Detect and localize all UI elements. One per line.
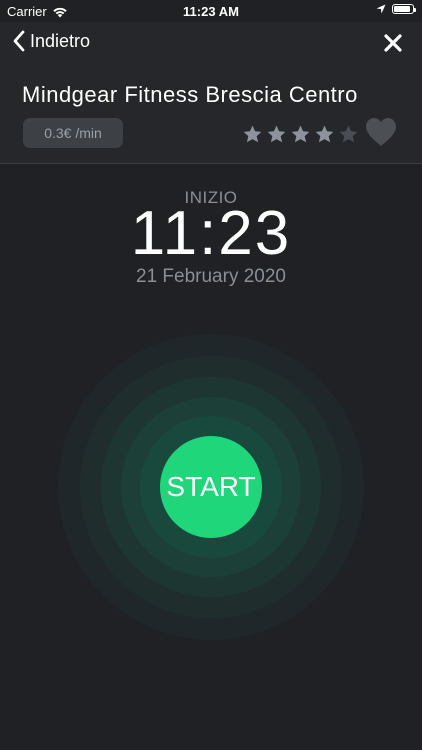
favorite-button[interactable] [364,116,398,148]
star-filled-icon [315,125,334,143]
star-empty-icon [339,125,358,143]
status-right [376,4,416,14]
gym-header: Mindgear Fitness Brescia Centro 0.3€ /mi… [0,66,422,164]
price-badge: 0.3€ /min [23,118,123,148]
status-time: 11:23 AM [183,4,239,19]
star-filled-icon [291,125,310,143]
heart-icon [366,118,396,146]
gym-name: Mindgear Fitness Brescia Centro [22,82,358,107]
battery-level [394,6,410,12]
start-time: 11:23 [130,199,292,268]
star-rating [242,124,359,145]
chevron-left-icon [13,30,25,52]
back-label: Indietro [30,30,91,51]
battery-icon [392,4,416,14]
location-arrow-icon [376,4,386,14]
star-filled-icon [243,125,262,143]
start-date: 21 February 2020 [136,266,286,287]
nav-bar: Indietro [0,22,422,66]
back-button[interactable]: Indietro [12,30,90,52]
close-button[interactable] [382,32,404,54]
star-filled-icon [267,125,286,143]
start-button[interactable]: START [160,436,262,538]
status-bar: Carrier 11:23 AM [0,0,422,22]
close-icon [384,34,402,52]
